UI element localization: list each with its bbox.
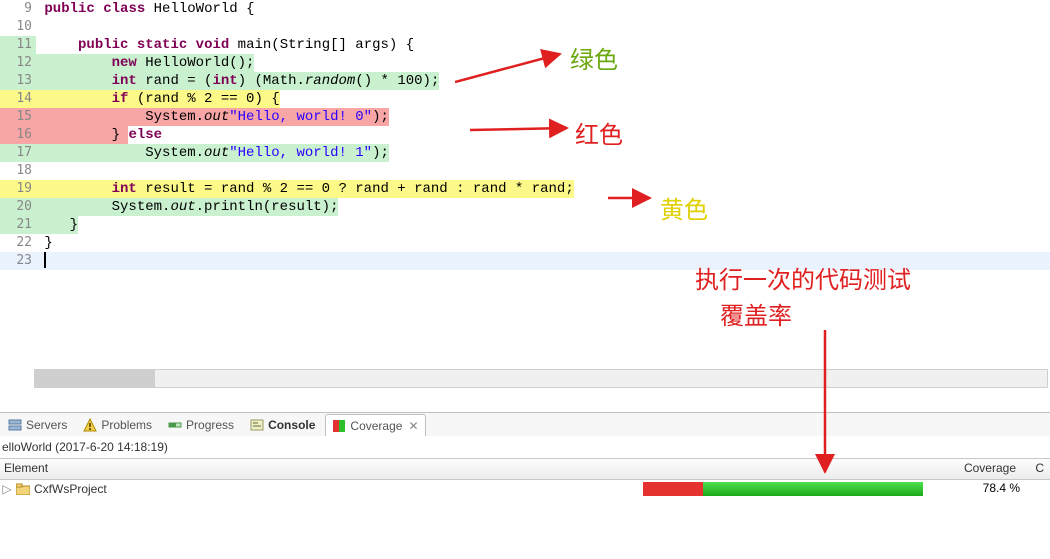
line-number: 16 bbox=[0, 126, 36, 144]
col-coverage[interactable]: Coverage bbox=[964, 461, 1016, 475]
code-line: } bbox=[36, 234, 1050, 252]
code-line: } bbox=[36, 216, 1050, 234]
coverage-session-label: elloWorld (2017-6-20 14:18:19) bbox=[0, 436, 1050, 459]
warning-icon bbox=[83, 418, 97, 432]
code-line: System.out"Hello, world! 1"); bbox=[36, 144, 1050, 162]
line-number: 14 bbox=[0, 90, 36, 108]
line-number: 10 bbox=[0, 18, 36, 36]
tab-servers[interactable]: Servers bbox=[2, 414, 73, 436]
views-tabbar: Servers Problems Progress Console Covera… bbox=[0, 412, 1050, 437]
line-number: 17 bbox=[0, 144, 36, 162]
code-line: int result = rand % 2 == 0 ? rand + rand… bbox=[36, 180, 1050, 198]
code-line: int rand = (int) (Math.random() * 100); bbox=[36, 72, 1050, 90]
console-icon bbox=[250, 418, 264, 432]
line-number: 23 bbox=[0, 252, 36, 270]
project-icon bbox=[16, 483, 30, 495]
project-name: CxfWsProject bbox=[34, 482, 107, 496]
code-line[interactable] bbox=[36, 252, 1050, 270]
tab-console[interactable]: Console bbox=[244, 414, 321, 436]
tab-progress[interactable]: Progress bbox=[162, 414, 240, 436]
tab-problems[interactable]: Problems bbox=[77, 414, 158, 436]
progress-icon bbox=[168, 418, 182, 432]
code-line: public static void main(String[] args) { bbox=[36, 36, 1050, 54]
line-number: 15 bbox=[0, 108, 36, 126]
close-icon[interactable]: ✕ bbox=[408, 419, 418, 433]
col-c[interactable]: C bbox=[1035, 461, 1044, 475]
line-number: 13 bbox=[0, 72, 36, 90]
line-number: 19 bbox=[0, 180, 36, 198]
col-element[interactable]: Element bbox=[4, 461, 48, 475]
line-number: 22 bbox=[0, 234, 36, 252]
line-number: 9 bbox=[0, 0, 36, 18]
coverage-percent: 78.4 % bbox=[983, 481, 1020, 495]
line-number: 18 bbox=[0, 162, 36, 180]
horizontal-scrollbar[interactable] bbox=[34, 369, 1048, 388]
line-number: 11 bbox=[0, 36, 36, 54]
server-icon bbox=[8, 418, 22, 432]
code-line: } else bbox=[36, 126, 1050, 144]
line-number: 12 bbox=[0, 54, 36, 72]
code-line: new HelloWorld(); bbox=[36, 54, 1050, 72]
coverage-bar-red bbox=[643, 482, 703, 496]
coverage-bar-green bbox=[703, 482, 923, 496]
coverage-bar bbox=[643, 482, 923, 496]
tab-coverage[interactable]: Coverage✕ bbox=[325, 414, 425, 437]
line-number: 20 bbox=[0, 198, 36, 216]
scrollbar-thumb[interactable] bbox=[35, 370, 155, 387]
coverage-table-header: Element Coverage C bbox=[0, 458, 1050, 480]
expand-icon[interactable]: ▷ bbox=[2, 482, 12, 496]
code-line bbox=[36, 18, 1050, 36]
coverage-icon bbox=[332, 419, 346, 433]
text-caret bbox=[44, 252, 46, 268]
code-line: System.out.println(result); bbox=[36, 198, 1050, 216]
code-line: if (rand % 2 == 0) { bbox=[36, 90, 1050, 108]
code-line bbox=[36, 162, 1050, 180]
code-line: System.out"Hello, world! 0"); bbox=[36, 108, 1050, 126]
code-editor[interactable]: 9 public class HelloWorld { 10 11 public… bbox=[0, 0, 1050, 388]
code-line: public class HelloWorld { bbox=[36, 0, 1050, 18]
line-number: 21 bbox=[0, 216, 36, 234]
